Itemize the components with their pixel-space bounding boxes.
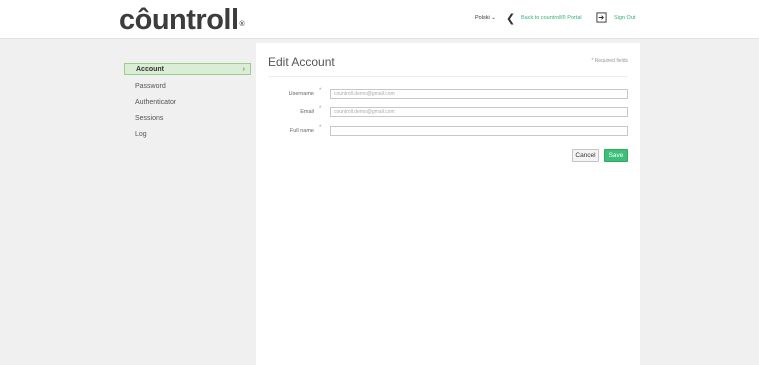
required-fields-note: * Required fields (591, 58, 628, 64)
full-name-field[interactable] (330, 126, 628, 136)
sidebar-item-label: Authenticator (135, 99, 177, 106)
chevron-left-icon[interactable]: ❮ (506, 12, 515, 25)
sign-out-icon[interactable] (596, 12, 607, 23)
registered-mark: ® (239, 21, 245, 28)
sidebar-item-authenticator[interactable]: Authenticator (124, 97, 251, 109)
countroll-logo[interactable]: côuntroll® (119, 4, 245, 36)
sidebar-item-log[interactable]: Log (124, 129, 251, 141)
sidebar-item-label: Account (136, 66, 164, 73)
language-select[interactable]: Polski ⌄ (475, 15, 496, 21)
logo-text: côuntroll (119, 4, 239, 36)
sidebar-item-account[interactable]: Account › (124, 63, 251, 75)
cancel-button[interactable]: Cancel (572, 149, 599, 162)
sidebar-item-sessions[interactable]: Sessions (124, 113, 251, 125)
sidebar-item-password[interactable]: Password (124, 81, 251, 93)
email-field[interactable] (330, 107, 628, 117)
required-star: * (319, 88, 322, 94)
sidebar-item-label: Sessions (135, 115, 164, 122)
full-name-label: Full name (289, 128, 314, 134)
sign-out-link[interactable]: Sign Out (614, 15, 635, 21)
back-to-portal-link[interactable]: Back to countroll® Portal (521, 15, 582, 21)
sidebar-item-label: Password (135, 83, 166, 90)
username-label: Username (288, 91, 314, 97)
page-title: Edit Account (268, 55, 335, 69)
save-button[interactable]: Save (604, 149, 628, 162)
chevron-right-icon: › (242, 66, 245, 73)
required-star: * (319, 125, 322, 131)
top-bar: côuntroll® Polski ⌄ ❮ Back to countroll®… (0, 0, 759, 39)
edit-account-panel: Edit Account * Required fields Username … (256, 43, 640, 365)
email-label: Email (300, 109, 314, 115)
divider (268, 76, 628, 77)
required-star: * (319, 106, 322, 112)
username-field[interactable] (330, 89, 628, 99)
sidebar-item-label: Log (135, 131, 147, 138)
